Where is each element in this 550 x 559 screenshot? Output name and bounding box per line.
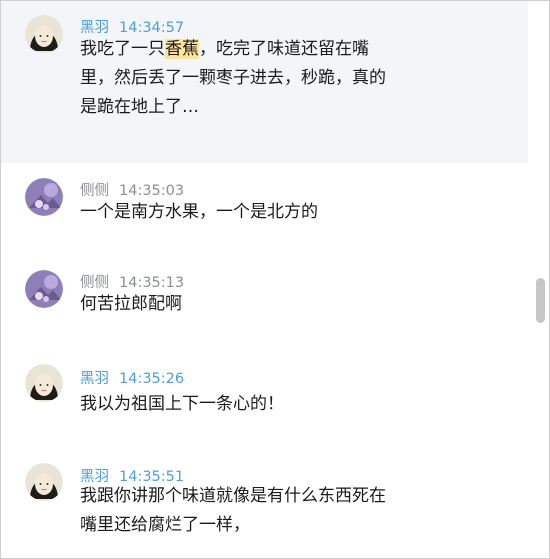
chat-message-list[interactable]: 黑羽 14:34:57 我吃了一只香蕉，吃完了味道还留在嘴 里，然后丢了一颗枣子进… xyxy=(1,1,528,558)
girl-avatar-icon xyxy=(25,364,63,402)
message-text: 我跟你讲那个味道就像是有什么东西死在 嘴里还给腐烂了一样， xyxy=(80,482,386,540)
chat-message[interactable]: 黑羽 14:34:57 我吃了一只香蕉，吃完了味道还留在嘴 里，然后丢了一颗枣子进… xyxy=(1,1,528,163)
text-line: 何苦拉郎配啊 xyxy=(80,294,182,314)
timestamp: 14:35:26 xyxy=(119,371,185,387)
message-text: 一个是南方水果，一个是北方的 xyxy=(80,198,318,227)
girl-avatar-icon xyxy=(25,463,63,501)
avatar-heiyu[interactable] xyxy=(25,364,63,402)
purple-flower-avatar-icon xyxy=(25,178,63,216)
chat-message[interactable]: 侧侧 14:35:03 一个是南方水果，一个是北方的 xyxy=(1,171,528,251)
text-line: 一个是南方水果，一个是北方的 xyxy=(80,202,318,222)
avatar-heiyu[interactable] xyxy=(25,15,63,53)
text-line: 里，然后丢了一颗枣子进去，秒跪，真的 xyxy=(80,68,386,88)
text-line: 我跟你讲那个味道就像是有什么东西死在 xyxy=(80,486,386,506)
text-line: 我以为祖国上下一条心的！ xyxy=(80,394,284,414)
highlighted-keyword: 香蕉 xyxy=(165,39,199,59)
sender-name[interactable]: 黑羽 xyxy=(80,20,109,36)
chat-message[interactable]: 侧侧 14:35:13 何苦拉郎配啊 xyxy=(1,256,528,336)
message-header: 侧侧 14:35:13 xyxy=(80,271,184,292)
chat-message[interactable]: 黑羽 14:35:26 我以为祖国上下一条心的！ xyxy=(1,351,528,431)
avatar-cece[interactable] xyxy=(25,178,63,216)
timestamp: 14:35:03 xyxy=(119,183,185,199)
message-header: 黑羽 14:35:26 xyxy=(80,367,184,388)
message-header: 侧侧 14:35:03 xyxy=(80,179,184,200)
girl-avatar-icon xyxy=(25,15,63,53)
avatar-cece[interactable] xyxy=(25,270,63,308)
text-line: 嘴里还给腐烂了一样， xyxy=(80,515,250,535)
message-text: 我吃了一只香蕉，吃完了味道还留在嘴 里，然后丢了一颗枣子进去，秒跪，真的 是跪在… xyxy=(80,35,386,122)
timestamp: 14:35:13 xyxy=(119,275,185,291)
sender-name[interactable]: 侧侧 xyxy=(80,275,109,291)
message-text: 我以为祖国上下一条心的！ xyxy=(80,390,284,419)
message-text: 何苦拉郎配啊 xyxy=(80,290,182,319)
text-line: 我吃了一只香蕉，吃完了味道还留在嘴 xyxy=(80,39,369,59)
timestamp: 14:34:57 xyxy=(119,20,185,36)
chat-window: 黑羽 14:34:57 我吃了一只香蕉，吃完了味道还留在嘴 里，然后丢了一颗枣子进… xyxy=(0,0,550,559)
message-header: 黑羽 14:34:57 xyxy=(80,16,184,37)
avatar-heiyu[interactable] xyxy=(25,463,63,501)
chat-message[interactable]: 黑羽 14:35:51 我跟你讲那个味道就像是有什么东西死在 嘴里还给腐烂了一样， xyxy=(1,451,528,558)
purple-flower-avatar-icon xyxy=(25,270,63,308)
scrollbar-thumb[interactable] xyxy=(536,278,545,323)
sender-name[interactable]: 黑羽 xyxy=(80,371,109,387)
text-line: 是跪在地上了… xyxy=(80,97,199,117)
sender-name[interactable]: 侧侧 xyxy=(80,183,109,199)
